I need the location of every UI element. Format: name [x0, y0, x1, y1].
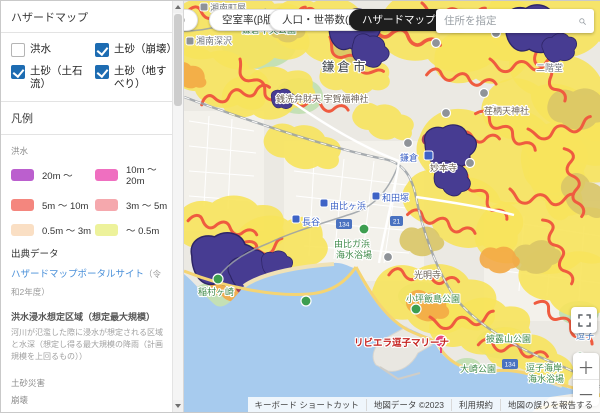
- label-yuigahama-beach-1: 由比ガ浜: [334, 238, 370, 249]
- legend-item: 10m ～ 20m: [95, 162, 173, 187]
- checkbox-collapse-box[interactable]: [95, 43, 109, 57]
- legend-swatch: [95, 224, 118, 237]
- label-zeniarai: 銭洗弁財天 宇賀福神社: [276, 93, 369, 104]
- checkbox-flood-box[interactable]: [11, 43, 25, 57]
- legend-title: 凡例: [1, 102, 173, 136]
- label-kamakura-station: 鎌倉: [400, 152, 418, 163]
- label-hiroyama-park: 披露山公園: [486, 333, 531, 344]
- fullscreen-icon: [577, 313, 591, 327]
- legend-item: 特別警戒区域: [11, 411, 95, 412]
- legend-swatch: [11, 224, 34, 237]
- flood-source-title: 出典データ: [11, 249, 59, 261]
- landslide-group-collapse: 崩壊 特別警戒区域 警戒区域: [11, 394, 163, 412]
- label-yuigahama-beach-2: 海水浴場: [336, 249, 372, 260]
- label-zushi-beach-1: 逗子海岸: [526, 362, 562, 373]
- legend-swatch: [11, 199, 34, 212]
- map-graphics: 134 21 134 湘南町屋 湘南深沢 鎌倉中央公園 鎌倉市 二階堂 荏柄天神…: [184, 1, 600, 412]
- checkbox-flood[interactable]: 洪水: [11, 43, 93, 57]
- checkbox-debrisflow-box[interactable]: [11, 65, 25, 79]
- report-error-link[interactable]: 地図の誤りを報告する: [501, 399, 600, 411]
- sidebar-title: ハザードマップ: [1, 1, 173, 33]
- route-shield-134: 134: [336, 219, 352, 229]
- legend-swatch: [95, 199, 118, 212]
- keyboard-shortcuts-link[interactable]: キーボード ショートカット: [248, 398, 367, 411]
- label-zushi-beach-2: 海水浴場: [528, 373, 564, 384]
- label-komyoji: 光明寺: [414, 269, 441, 280]
- sidebar: ハザードマップ 洪水 土砂（崩壊） 土砂（土石流） 土砂（地すべり） 凡例 洪水…: [1, 1, 184, 412]
- flood-legend: 20m ～ 10m ～ 20m 5m ～ 10m 3m ～ 5m 0.5m ～ …: [11, 162, 167, 237]
- hazard-map-app: ハザードマップ 洪水 土砂（崩壊） 土砂（土石流） 土砂（地すべり） 凡例 洪水…: [0, 0, 600, 413]
- map-attribution: キーボード ショートカット 地図データ ©2023 利用規約 地図の誤りを報告す…: [247, 397, 600, 412]
- terms-link[interactable]: 利用規約: [452, 398, 501, 411]
- svg-text:134: 134: [339, 222, 350, 229]
- label-kamakura-city: 鎌倉市: [322, 59, 369, 74]
- flood-source-link[interactable]: ハザードマップポータルサイト: [11, 269, 144, 280]
- legend-swatch: [11, 168, 34, 181]
- checkbox-debrisflow-label: 土砂（土石流）: [30, 65, 83, 91]
- flood-legend-label: 洪水: [11, 146, 29, 157]
- label-nikaido: 二階堂: [536, 62, 563, 73]
- checkbox-landslide-label: 土砂（地すべり）: [114, 65, 167, 91]
- label-hase-station: 長谷: [302, 217, 320, 227]
- scroll-up-icon[interactable]: [173, 1, 183, 13]
- checkbox-flood-label: 洪水: [30, 43, 51, 55]
- layer-checkbox-group: 洪水 土砂（崩壊） 土砂（土石流） 土砂（地すべり）: [1, 33, 173, 103]
- address-search[interactable]: [436, 9, 594, 33]
- search-input[interactable]: [444, 15, 579, 27]
- search-icon[interactable]: [579, 15, 586, 28]
- legend-item: ～ 0.5m: [95, 223, 173, 237]
- scroll-down-icon[interactable]: [173, 400, 183, 412]
- checkbox-landslide-box[interactable]: [95, 65, 109, 79]
- label-inamuragasaki: 稲村ヶ崎: [198, 286, 234, 297]
- checkbox-collapse[interactable]: 土砂（崩壊）: [95, 43, 173, 57]
- label-shonan-fukasawa: 湘南深沢: [196, 35, 232, 46]
- legend-item: 5m ～ 10m: [11, 198, 95, 212]
- route-shield-21: 21: [390, 216, 403, 226]
- label-egara: 荏柄天神社: [484, 105, 529, 116]
- legend-swatch: [95, 168, 118, 181]
- legend-item: 20m ～: [11, 162, 95, 187]
- label-kotsubo-park: 小坪飯島公園: [406, 293, 460, 304]
- scrollbar-thumb[interactable]: [174, 14, 182, 106]
- landslide-legend-label: 土砂災害: [11, 378, 46, 389]
- label-wadazuka-station: 和田塚: [382, 193, 409, 203]
- svg-text:21: 21: [393, 219, 401, 226]
- legend-item: 0.5m ～ 3m: [11, 223, 95, 237]
- label-yuigahama-station: 由比ヶ浜: [330, 200, 366, 211]
- label-riviera: リビエラ逗子マリーナ: [354, 337, 449, 349]
- checkbox-debrisflow[interactable]: 土砂（土石流）: [11, 65, 93, 91]
- label-osaki-park: 大崎公園: [460, 363, 496, 374]
- legend-item: 3m ～ 5m: [95, 198, 173, 212]
- flood-note-title: 洪水浸水想定区域（想定最大規模）: [11, 312, 156, 323]
- zoom-in-button[interactable]: ＋: [573, 353, 599, 380]
- label-myohonji: 妙本寺: [430, 162, 457, 173]
- fullscreen-button[interactable]: [571, 307, 597, 333]
- svg-text:134: 134: [505, 362, 516, 369]
- map-data-copyright: 地図データ ©2023: [367, 398, 452, 411]
- checkbox-landslide[interactable]: 土砂（地すべり）: [95, 65, 173, 91]
- sidebar-scrollbar[interactable]: [172, 1, 183, 412]
- flood-note-body: 河川が氾濫した際に浸水が想定される区域と水深（想定し得る最大規模の降雨（計画規模…: [11, 328, 163, 362]
- legend-item: 警戒区域: [95, 411, 173, 412]
- checkbox-collapse-label: 土砂（崩壊）: [114, 43, 173, 55]
- map-canvas[interactable]: 134 21 134 湘南町屋 湘南深沢 鎌倉中央公園 鎌倉市 二階堂 荏柄天神…: [184, 1, 600, 412]
- route-shield-134-south: 134: [502, 359, 518, 369]
